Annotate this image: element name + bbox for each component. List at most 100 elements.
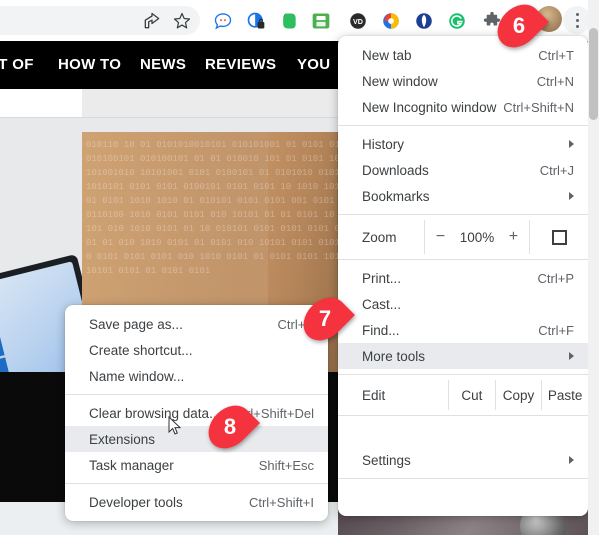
- fullscreen-icon: [551, 229, 567, 245]
- chevron-right-icon: [569, 456, 574, 464]
- menu-item-label: New tab: [362, 47, 412, 63]
- menu-separator: [338, 374, 588, 375]
- menu-item-label: Developer tools: [89, 494, 183, 510]
- menu-item-more-tools[interactable]: More tools: [338, 343, 588, 369]
- more-tools-submenu[interactable]: Save page as... Ctrl+S Create shortcut..…: [65, 305, 328, 521]
- menu-item-label: Name window...: [89, 368, 185, 384]
- menu-item-label: Task manager: [89, 457, 174, 473]
- page-scrollbar[interactable]: [588, 0, 599, 535]
- paste-button[interactable]: Paste: [541, 380, 588, 410]
- menu-item-shortcut: Ctrl+F: [538, 322, 574, 338]
- menu-item-label: Cast...: [362, 296, 402, 312]
- menu-item-cast[interactable]: Cast...: [338, 291, 588, 317]
- menu-item-label: Settings: [362, 452, 411, 468]
- menu-separator: [338, 125, 588, 126]
- nav-item-youtube[interactable]: YOU: [297, 56, 330, 73]
- menu-item-downloads[interactable]: Downloads Ctrl+J: [338, 157, 588, 183]
- cut-button[interactable]: Cut: [448, 380, 495, 410]
- menu-item-label: Save page as...: [89, 316, 183, 332]
- nav-item-reviews[interactable]: REVIEWS: [205, 56, 276, 73]
- menu-item-exit[interactable]: [338, 484, 588, 510]
- menu-item-find[interactable]: Find... Ctrl+F: [338, 317, 588, 343]
- submenu-item-create-shortcut[interactable]: Create shortcut...: [65, 337, 328, 363]
- menu-separator: [65, 483, 328, 484]
- extension-grammarly-icon[interactable]: [447, 11, 467, 31]
- extension-colorpick-icon[interactable]: [381, 11, 401, 31]
- scrollbar-thumb[interactable]: [589, 28, 598, 120]
- sub-bar-logo-area: [0, 89, 82, 117]
- menu-dot: [576, 13, 579, 16]
- menu-item-label: Create shortcut...: [89, 342, 193, 358]
- menu-separator: [338, 478, 588, 479]
- menu-item-label: New Incognito window: [362, 99, 497, 115]
- menu-separator: [338, 415, 588, 416]
- chevron-right-icon: [569, 140, 574, 148]
- callout-number: 7: [318, 306, 332, 331]
- address-bar[interactable]: [0, 6, 200, 35]
- zoom-level-value: 100%: [459, 229, 495, 245]
- menu-separator: [65, 394, 328, 395]
- extension-print-icon[interactable]: [311, 11, 331, 31]
- submenu-item-developer-tools[interactable]: Developer tools Ctrl+Shift+I: [65, 489, 328, 515]
- extension-privacy-icon[interactable]: [246, 11, 266, 31]
- extension-blue-icon[interactable]: [414, 11, 434, 31]
- menu-item-label: Print...: [362, 270, 402, 286]
- menu-item-new-incognito-window[interactable]: New Incognito window Ctrl+Shift+N: [338, 94, 588, 120]
- submenu-item-extensions[interactable]: Extensions: [65, 426, 328, 452]
- menu-item-bookmarks[interactable]: Bookmarks: [338, 183, 588, 209]
- zoom-out-button[interactable]: −: [429, 228, 453, 246]
- menu-item-label: More tools: [362, 348, 426, 364]
- menu-item-shortcut: Ctrl+Shift+I: [248, 494, 314, 510]
- menu-item-shortcut: Ctrl+P: [537, 270, 574, 286]
- menu-zoom-row: Zoom − 100% +: [338, 220, 588, 254]
- bookmark-star-icon[interactable]: [172, 11, 192, 31]
- screenshot-root: 010110 10 01 0101010010101 010101001 01 …: [0, 0, 599, 535]
- submenu-item-clear-browsing-data[interactable]: Clear browsing data... Ctrl+Shift+Del: [65, 400, 328, 426]
- submenu-item-task-manager[interactable]: Task manager Shift+Esc: [65, 452, 328, 478]
- menu-item-shortcut: Ctrl+N: [536, 73, 574, 89]
- mouse-cursor: [168, 416, 182, 435]
- nav-item-list-of[interactable]: ST OF: [0, 56, 34, 73]
- menu-dot: [576, 19, 579, 22]
- nav-item-news[interactable]: NEWS: [140, 56, 186, 73]
- chevron-right-icon: [569, 192, 574, 200]
- menu-item-shortcut: Ctrl+Shift+N: [503, 99, 574, 115]
- menu-item-history[interactable]: History: [338, 131, 588, 157]
- menu-dot: [576, 25, 579, 28]
- callout-number: 8: [223, 414, 237, 439]
- submenu-item-name-window[interactable]: Name window...: [65, 363, 328, 389]
- zoom-in-button[interactable]: +: [501, 228, 525, 246]
- menu-item-settings[interactable]: [338, 421, 588, 447]
- zoom-label: Zoom: [362, 229, 397, 245]
- extension-chat-icon[interactable]: [213, 11, 233, 31]
- callout-7: 7: [295, 289, 355, 349]
- menu-item-print[interactable]: Print... Ctrl+P: [338, 265, 588, 291]
- menu-separator: [338, 214, 588, 215]
- menu-separator: [338, 259, 588, 260]
- menu-item-label: Downloads: [362, 162, 429, 178]
- menu-item-label: New window: [362, 73, 438, 89]
- share-icon[interactable]: [142, 11, 162, 31]
- menu-item-shortcut: Ctrl+T: [538, 47, 574, 63]
- menu-item-help[interactable]: Settings: [338, 447, 588, 473]
- menu-item-label: Find...: [362, 322, 400, 338]
- menu-edit-row: Edit Cut Copy Paste: [338, 380, 588, 410]
- menu-item-new-window[interactable]: New window Ctrl+N: [338, 68, 588, 94]
- callout-8: 8: [200, 397, 260, 457]
- chrome-menu-button[interactable]: [563, 6, 591, 34]
- menu-item-label: Bookmarks: [362, 188, 430, 204]
- copy-button[interactable]: Copy: [494, 380, 542, 410]
- menu-item-new-tab[interactable]: New tab Ctrl+T: [338, 42, 588, 68]
- chrome-main-menu[interactable]: New tab Ctrl+T New window Ctrl+N New Inc…: [338, 36, 588, 516]
- nav-item-how-to[interactable]: HOW TO: [58, 56, 121, 73]
- extension-vd-icon[interactable]: VD: [348, 11, 368, 31]
- zoom-controls: − 100% +: [424, 220, 530, 254]
- edit-label: Edit: [362, 387, 386, 403]
- fullscreen-button[interactable]: [530, 220, 588, 254]
- extension-evernote-icon[interactable]: [279, 11, 299, 31]
- menu-item-shortcut: Ctrl+J: [539, 162, 574, 178]
- submenu-item-save-page-as[interactable]: Save page as... Ctrl+S: [65, 311, 328, 337]
- chevron-right-icon: [569, 352, 574, 360]
- menu-item-shortcut: Shift+Esc: [258, 457, 314, 473]
- callout-number: 6: [512, 13, 526, 38]
